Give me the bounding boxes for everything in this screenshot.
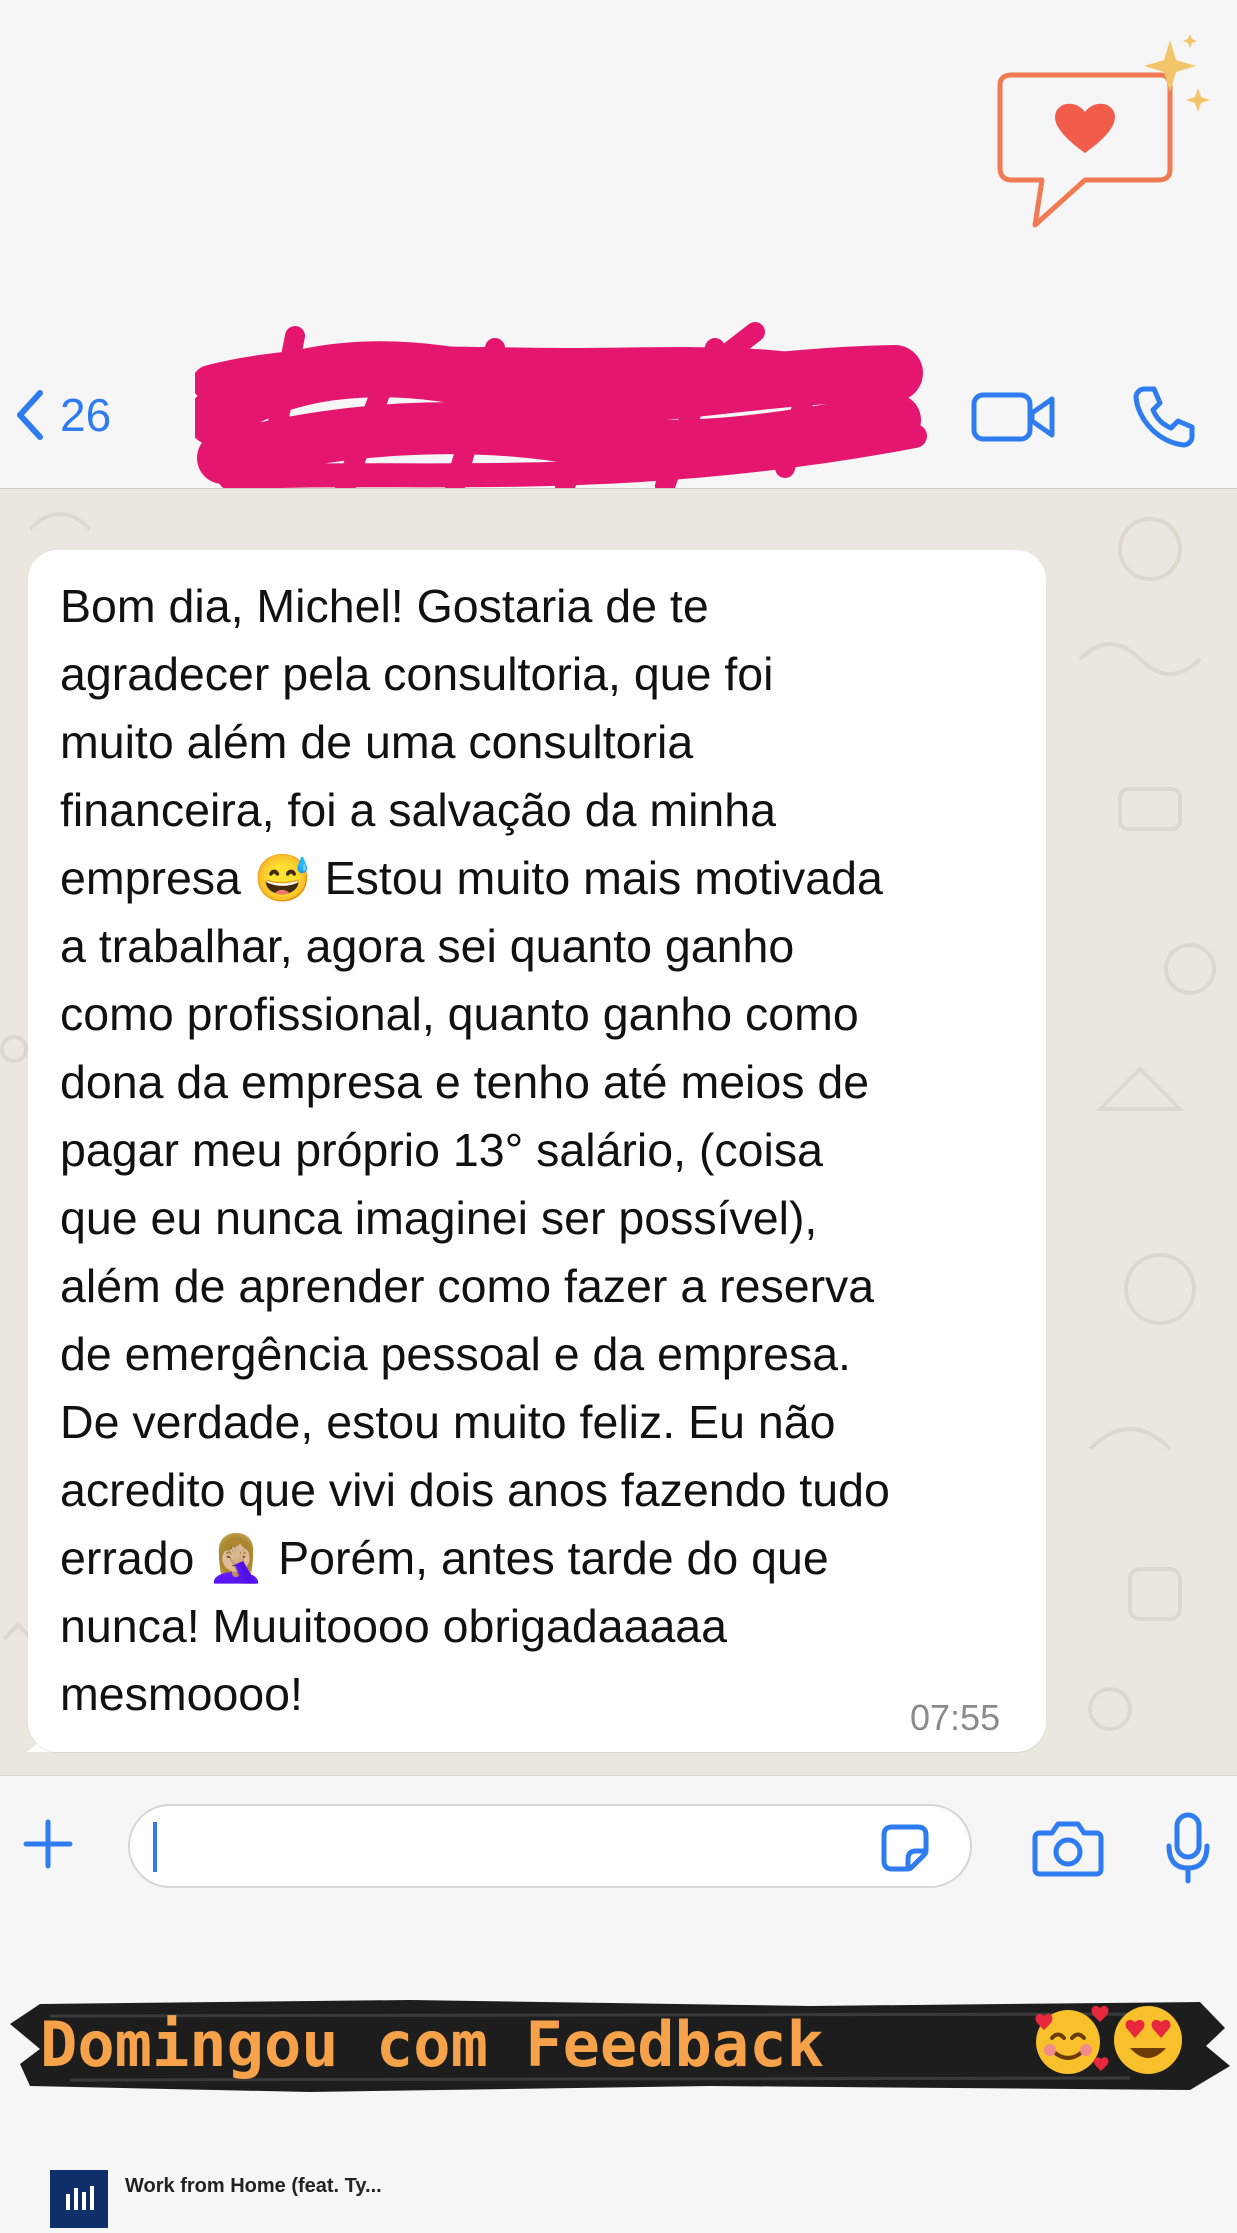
message-text: Bom dia, Michel! Gostaria de te agradece… xyxy=(60,580,890,1720)
phone-icon[interactable] xyxy=(1130,383,1196,449)
heart-speech-bubble-icon xyxy=(997,34,1210,228)
caption-text: Domingou com Feedback xyxy=(40,2008,824,2081)
redaction-scribble xyxy=(187,322,927,498)
back-button[interactable]: 26 xyxy=(14,385,111,445)
music-cover-art xyxy=(50,2170,108,2228)
heart-eyes-emoji xyxy=(1114,2006,1182,2074)
plus-icon[interactable] xyxy=(22,1818,74,1870)
video-camera-icon[interactable] xyxy=(970,385,1058,447)
contact-name-redacted[interactable] xyxy=(187,318,945,503)
chevron-left-icon xyxy=(17,390,43,440)
message-timestamp: 07:55 xyxy=(910,1697,1001,1738)
camera-icon[interactable] xyxy=(1032,1819,1104,1877)
message-input[interactable] xyxy=(128,1804,972,1888)
back-count: 26 xyxy=(60,389,112,441)
text-cursor xyxy=(153,1822,157,1872)
music-track-title: Work from Home (feat. Ty... xyxy=(125,2175,382,2197)
sticker-icon[interactable] xyxy=(880,1823,930,1873)
microphone-icon[interactable] xyxy=(1165,1812,1211,1884)
smiling-face-with-hearts-emoji xyxy=(1035,2005,1109,2074)
soundwave-icon xyxy=(66,2186,94,2210)
